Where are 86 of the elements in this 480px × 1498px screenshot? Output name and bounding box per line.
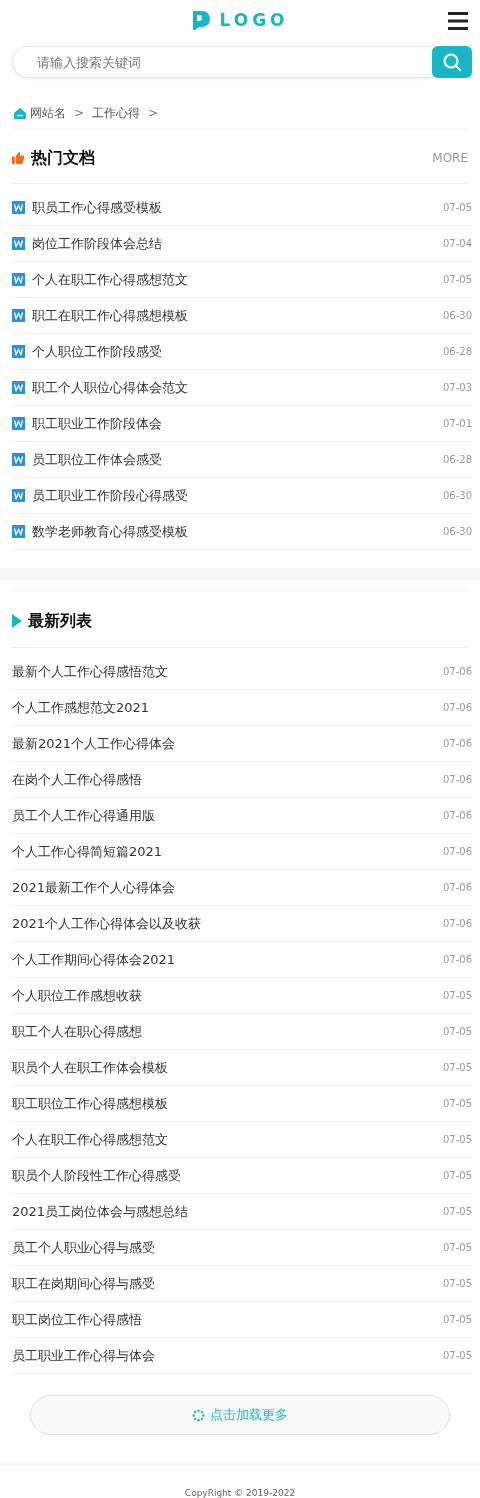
date-text: 07-06 xyxy=(442,738,472,749)
document-link[interactable]: 职工职业工作阶段体会 xyxy=(32,414,436,433)
breadcrumb-link[interactable]: 工作心得 xyxy=(92,104,141,122)
article-link[interactable]: 最新2021个人工作心得体会 xyxy=(12,734,436,753)
date-text: 06-28 xyxy=(442,346,472,357)
date-text: 06-30 xyxy=(442,490,472,501)
home-icon xyxy=(14,107,26,119)
menu-icon[interactable] xyxy=(448,12,468,30)
article-link[interactable]: 2021最新工作个人心得体会 xyxy=(12,878,436,897)
date-text: 07-05 xyxy=(442,1206,472,1217)
date-text: 07-06 xyxy=(442,810,472,821)
article-link[interactable]: 员工职业工作心得与体会 xyxy=(12,1346,436,1365)
date-text: 07-06 xyxy=(442,666,472,677)
date-text: 07-05 xyxy=(442,1278,472,1289)
article-link[interactable]: 职工在岗期间心得与感受 xyxy=(12,1274,436,1293)
article-link[interactable]: 在岗个人工作心得感悟 xyxy=(12,770,436,789)
breadcrumb-separator: > xyxy=(74,106,85,120)
article-link[interactable]: 职工职位工作心得感想模板 xyxy=(12,1094,436,1113)
date-text: 07-05 xyxy=(442,1170,472,1181)
date-text: 07-05 xyxy=(442,990,472,1001)
date-text: 07-06 xyxy=(442,846,472,857)
spinner-icon xyxy=(192,1408,205,1422)
date-text: 07-05 xyxy=(442,274,472,285)
word-document-icon xyxy=(12,309,25,322)
word-document-icon xyxy=(12,525,25,538)
date-text: 07-05 xyxy=(442,1026,472,1037)
date-text: 07-05 xyxy=(442,1062,472,1073)
article-link[interactable]: 职员个人阶段性工作心得感受 xyxy=(12,1166,436,1185)
logo-icon xyxy=(191,9,212,31)
article-link[interactable]: 职员个人在职工作体会模板 xyxy=(12,1058,436,1077)
article-link[interactable]: 职工岗位工作心得感悟 xyxy=(12,1310,436,1329)
article-link[interactable]: 个人工作心得简短篇2021 xyxy=(12,842,436,861)
document-link[interactable]: 个人职位工作阶段感受 xyxy=(32,342,436,361)
date-text: 07-06 xyxy=(442,918,472,929)
section-title: 热门文档 xyxy=(31,147,96,169)
article-link[interactable]: 个人职位工作感想收获 xyxy=(12,986,436,1005)
document-link[interactable]: 员工职位工作体会感受 xyxy=(32,450,436,469)
document-link[interactable]: 职员工作心得感受模板 xyxy=(32,198,436,217)
word-document-icon xyxy=(12,273,25,286)
article-link[interactable]: 员工个人工作心得通用版 xyxy=(12,806,436,825)
word-document-icon xyxy=(12,237,25,250)
date-text: 07-05 xyxy=(442,1314,472,1325)
word-document-icon xyxy=(12,345,25,358)
document-link[interactable]: 岗位工作阶段体会总结 xyxy=(32,234,436,253)
word-document-icon xyxy=(12,489,25,502)
date-text: 06-30 xyxy=(442,310,472,321)
article-link[interactable]: 2021个人工作心得体会以及收获 xyxy=(12,914,436,933)
word-document-icon xyxy=(12,453,25,466)
date-text: 07-03 xyxy=(442,382,472,393)
article-link[interactable]: 最新个人工作心得感悟范文 xyxy=(12,662,436,681)
document-link[interactable]: 员工职业工作阶段心得感受 xyxy=(32,486,436,505)
article-link[interactable]: 个人工作感想范文2021 xyxy=(12,698,436,717)
document-link[interactable]: 数学老师教育心得感受模板 xyxy=(32,522,436,541)
article-link[interactable]: 员工个人职业心得与感受 xyxy=(12,1238,436,1257)
section-title: 最新列表 xyxy=(28,610,93,632)
date-text: 07-06 xyxy=(442,702,472,713)
date-text: 07-05 xyxy=(442,1350,472,1361)
date-text: 07-04 xyxy=(442,238,472,249)
article-link[interactable]: 2021员工岗位体会与感想总结 xyxy=(12,1202,436,1221)
thumbs-up-icon xyxy=(12,152,25,164)
document-link[interactable]: 职工个人职位心得体会范文 xyxy=(32,378,436,397)
breadcrumb-separator: > xyxy=(148,106,159,120)
word-document-icon xyxy=(12,381,25,394)
date-text: 07-06 xyxy=(442,954,472,965)
play-icon xyxy=(12,614,22,628)
copyright-text: CopyRight © 2019-2022 xyxy=(184,1488,296,1498)
date-text: 07-06 xyxy=(442,882,472,893)
breadcrumb-link[interactable]: 网站名 xyxy=(30,104,66,122)
date-text: 07-06 xyxy=(442,774,472,785)
document-link[interactable]: 职工在职工作心得感想模板 xyxy=(32,306,436,325)
word-document-icon xyxy=(12,201,25,214)
article-link[interactable]: 个人工作期间心得体会2021 xyxy=(12,950,436,969)
article-link[interactable]: 职工个人在职心得感想 xyxy=(12,1022,436,1041)
article-link[interactable]: 个人在职工作心得感想范文 xyxy=(12,1130,436,1149)
document-link[interactable]: 个人在职工作心得感想范文 xyxy=(32,270,436,289)
date-text: 07-05 xyxy=(442,1242,472,1253)
logo-text: LOGO xyxy=(219,10,289,30)
search-icon xyxy=(442,52,462,72)
date-text: 07-01 xyxy=(442,418,472,429)
date-text: 07-05 xyxy=(442,1098,472,1109)
word-document-icon xyxy=(12,417,25,430)
date-text: 07-05 xyxy=(442,202,472,213)
date-text: 06-30 xyxy=(442,526,472,537)
date-text: 06-28 xyxy=(442,454,472,465)
search-field[interactable]: 请输入搜索关键词 xyxy=(12,46,432,78)
date-text: 07-05 xyxy=(442,1134,472,1145)
